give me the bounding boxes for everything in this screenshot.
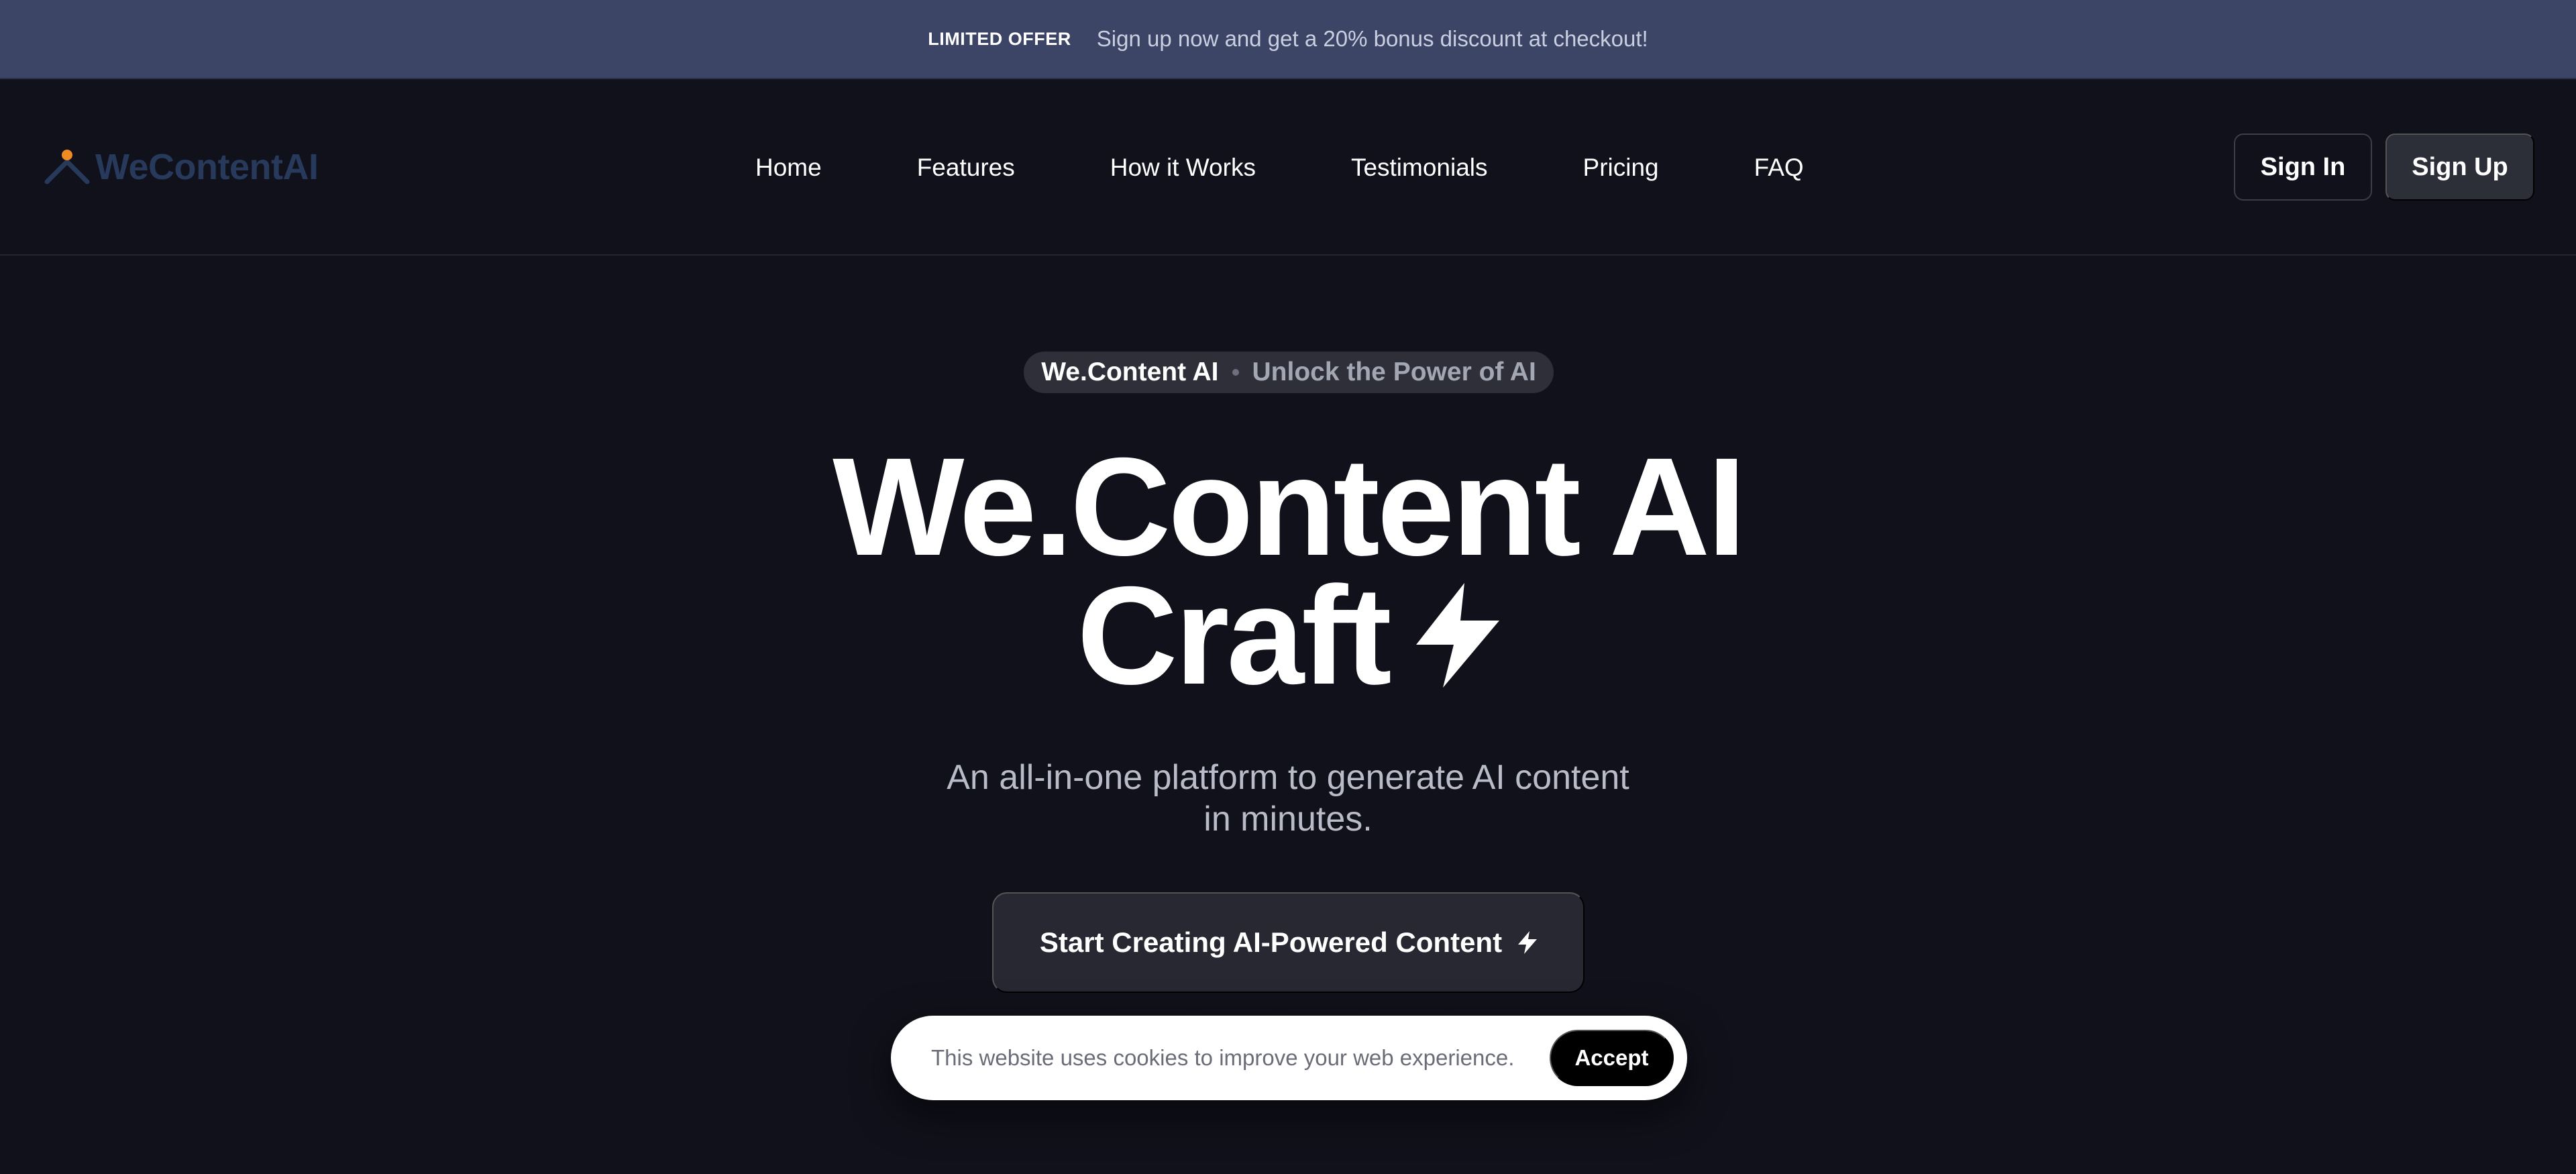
nav-link-how-it-works[interactable]: How it Works: [1110, 154, 1256, 182]
nav-link-features[interactable]: Features: [917, 154, 1015, 182]
cookie-banner: This website uses cookies to improve you…: [891, 1016, 1687, 1100]
nav-link-home[interactable]: Home: [755, 154, 822, 182]
hero-title-line-1: We.Content AI: [833, 429, 1746, 585]
cta-label: Start Creating AI-Powered Content: [1039, 926, 1503, 958]
logo[interactable]: WeContentAI: [44, 146, 319, 188]
nav-links: Home Features How it Works Testimonials …: [755, 79, 1804, 256]
lightning-bolt-icon: [1518, 931, 1538, 954]
badge-separator-dot: [1232, 369, 1239, 376]
nav-link-faq[interactable]: FAQ: [1754, 154, 1804, 182]
start-creating-button[interactable]: Start Creating AI-Powered Content: [992, 892, 1585, 993]
accept-cookies-button[interactable]: Accept: [1550, 1030, 1674, 1086]
hero-badge: We.Content AI Unlock the Power of AI: [1024, 352, 1554, 393]
top-nav: WeContentAI Home Features How it Works T…: [0, 79, 2576, 256]
hero-title: We.Content AI Craft: [0, 429, 2576, 706]
logo-text: WeContentAI: [95, 147, 319, 187]
promo-tag: LIMITED OFFER: [928, 28, 1071, 49]
sign-in-button[interactable]: Sign In: [2234, 134, 2372, 201]
badge-tagline: Unlock the Power of AI: [1252, 358, 1536, 386]
mountain-peak-icon: [44, 150, 90, 184]
cookie-message: This website uses cookies to improve you…: [931, 1045, 1515, 1070]
nav-link-testimonials[interactable]: Testimonials: [1351, 154, 1488, 182]
hero-title-line-2-wrap: Craft: [0, 566, 2576, 706]
lightning-bolt-icon: [1415, 583, 1499, 688]
badge-brand: We.Content AI: [1041, 358, 1219, 386]
hero-subtitle: An all-in-one platform to generate AI co…: [947, 758, 1629, 839]
promo-bar: LIMITED OFFER Sign up now and get a 20% …: [0, 0, 2576, 79]
promo-text: Sign up now and get a 20% bonus discount…: [1096, 26, 1648, 51]
hero-title-line-2: Craft: [1077, 558, 1391, 714]
sign-up-button[interactable]: Sign Up: [2385, 134, 2534, 201]
nav-link-pricing[interactable]: Pricing: [1583, 154, 1659, 182]
